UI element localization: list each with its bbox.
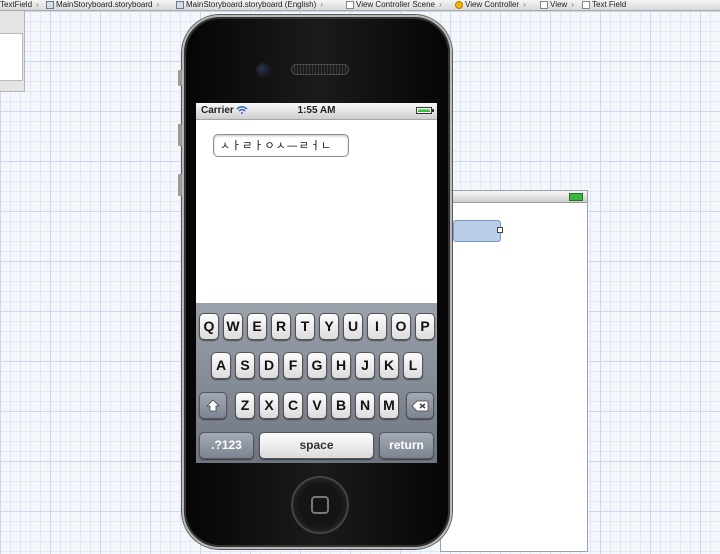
- key-a[interactable]: A: [211, 352, 231, 379]
- storyboard-selected-text-field[interactable]: [453, 220, 501, 242]
- battery-icon: [569, 193, 583, 201]
- key-f[interactable]: F: [283, 352, 303, 379]
- breadcrumb-mainstoryboard-english[interactable]: MainStoryboard.storyboard (English) ›: [176, 0, 323, 9]
- battery-icon: [416, 107, 434, 114]
- delete-icon: [411, 400, 429, 412]
- storyboard-view-controller[interactable]: [440, 190, 588, 552]
- key-z[interactable]: Z: [235, 392, 255, 419]
- key-j[interactable]: J: [355, 352, 375, 379]
- front-camera-icon: [256, 63, 270, 77]
- volume-up-button: [178, 124, 182, 146]
- numbers-key[interactable]: .?123: [199, 432, 254, 459]
- view-controller-icon: [455, 0, 463, 9]
- key-u[interactable]: U: [343, 313, 363, 340]
- key-p[interactable]: P: [415, 313, 435, 340]
- space-key[interactable]: space: [259, 432, 374, 459]
- key-y[interactable]: Y: [319, 313, 339, 340]
- key-g[interactable]: G: [307, 352, 327, 379]
- key-q[interactable]: Q: [199, 313, 219, 340]
- key-w[interactable]: W: [223, 313, 243, 340]
- breadcrumb-text-field[interactable]: Text Field: [582, 0, 626, 9]
- resize-handle[interactable]: [497, 227, 503, 233]
- return-key[interactable]: return: [379, 432, 434, 459]
- key-l[interactable]: L: [403, 352, 423, 379]
- key-i[interactable]: I: [367, 313, 387, 340]
- storyboard-file-icon: [46, 0, 54, 9]
- korean-text-field[interactable]: ㅅㅏㄹㅏㅇㅅ—ㄹㅓㄴ: [213, 134, 349, 157]
- status-time: 1:55 AM: [297, 105, 336, 116]
- view-icon: [540, 0, 548, 9]
- key-c[interactable]: C: [283, 392, 303, 419]
- device-screen: Carrier 1:55 AM ㅅㅏㄹㅏㅇㅅ—ㄹㅓㄴ Q W E R T Y U…: [196, 103, 437, 463]
- key-x[interactable]: X: [259, 392, 279, 419]
- document-outline-panel[interactable]: [0, 11, 25, 92]
- on-screen-keyboard: Q W E R T Y U I O P A S D F G H J K L Z …: [196, 303, 437, 463]
- storyboard-file-icon: [176, 0, 184, 9]
- storyboard-status-bar: [441, 191, 587, 203]
- breadcrumb-mainstoryboard[interactable]: MainStoryboard.storyboard ›: [46, 0, 159, 9]
- delete-key[interactable]: [406, 392, 434, 419]
- shift-icon: [206, 399, 220, 412]
- key-o[interactable]: O: [391, 313, 411, 340]
- key-n[interactable]: N: [355, 392, 375, 419]
- breadcrumb-view-controller[interactable]: View Controller ›: [455, 0, 526, 9]
- status-bar: Carrier 1:55 AM: [196, 103, 437, 120]
- jump-bar: TextField › MainStoryboard.storyboard › Ma…: [0, 0, 720, 11]
- mute-switch: [178, 70, 182, 86]
- breadcrumb-view[interactable]: View ›: [540, 0, 574, 9]
- key-v[interactable]: V: [307, 392, 327, 419]
- key-e[interactable]: E: [247, 313, 267, 340]
- scene-icon: [346, 0, 354, 9]
- home-button[interactable]: [291, 476, 349, 534]
- breadcrumb-textfield[interactable]: TextField ›: [0, 0, 39, 9]
- volume-down-button: [178, 174, 182, 196]
- key-t[interactable]: T: [295, 313, 315, 340]
- key-h[interactable]: H: [331, 352, 351, 379]
- key-b[interactable]: B: [331, 392, 351, 419]
- key-m[interactable]: M: [379, 392, 399, 419]
- breadcrumb-view-controller-scene[interactable]: View Controller Scene ›: [346, 0, 442, 9]
- text-field-icon: [582, 0, 590, 9]
- key-r[interactable]: R: [271, 313, 291, 340]
- shift-key[interactable]: [199, 392, 227, 419]
- earpiece-speaker: [291, 64, 349, 75]
- key-d[interactable]: D: [259, 352, 279, 379]
- key-k[interactable]: K: [379, 352, 399, 379]
- key-s[interactable]: S: [235, 352, 255, 379]
